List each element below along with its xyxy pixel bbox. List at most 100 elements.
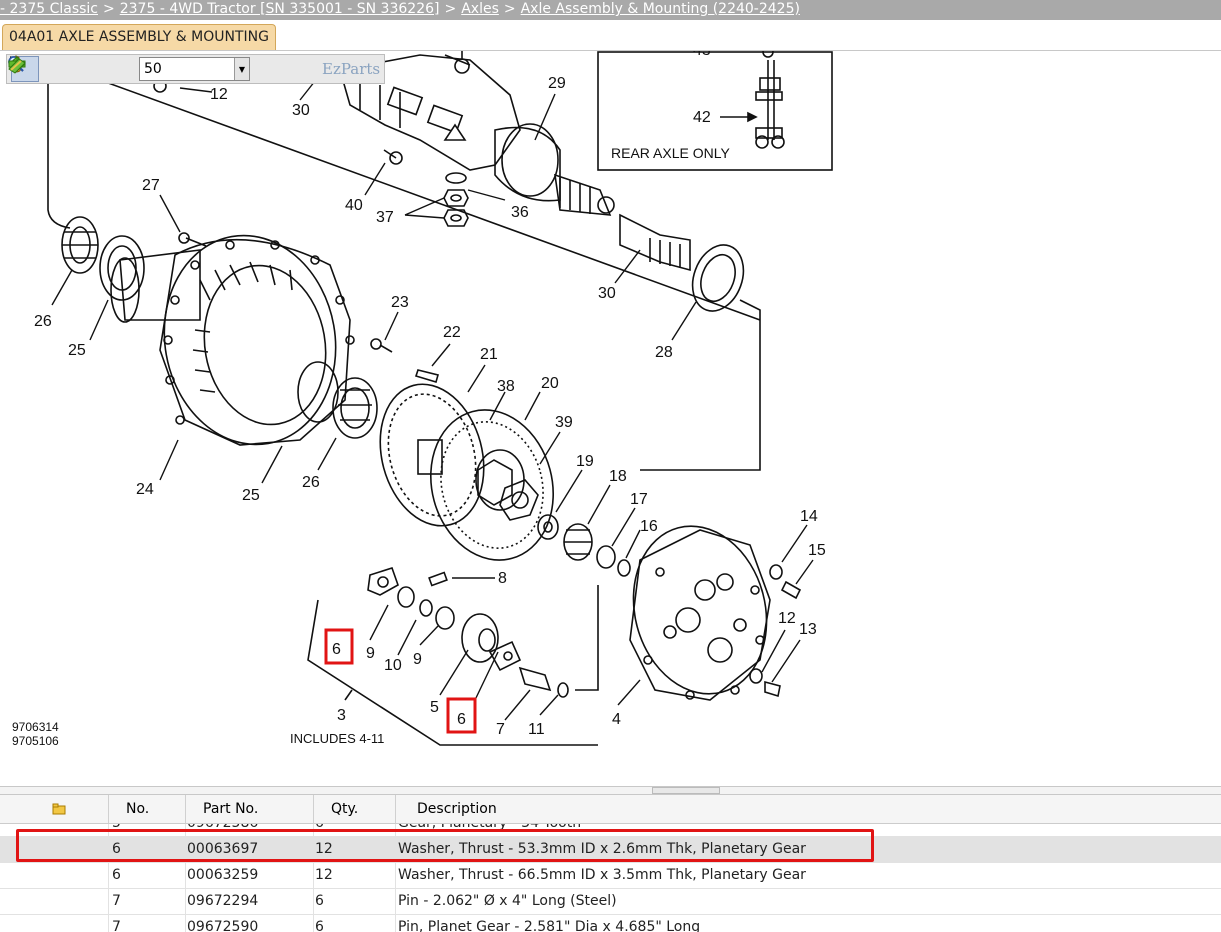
- callout-19: 19: [576, 453, 594, 470]
- cell-description: Pin, Planet Gear - 2.581" Dia x 4.685" L…: [398, 919, 701, 932]
- cell-description: Pin - 2.062" Ø x 4" Long (Steel): [398, 893, 617, 909]
- cell-qty: 6: [315, 919, 324, 932]
- callout-22: 22: [443, 324, 461, 341]
- cover-plate-drawing: [629, 525, 771, 701]
- parts-table-header: No. Part No. Qty. Description: [0, 795, 1221, 824]
- callout-43: 43: [693, 51, 711, 59]
- bearing-drawing: [61, 216, 378, 439]
- table-row[interactable]: 6 00063259 12 Washer, Thrust - 66.5mm ID…: [0, 863, 1221, 889]
- callout-25: 25: [242, 487, 260, 504]
- drawing-number-2: 9705106: [12, 734, 59, 748]
- rear-axle-only-note: REAR AXLE ONLY: [611, 145, 730, 161]
- includes-note: INCLUDES 4-11: [290, 731, 384, 746]
- zoom-in-button[interactable]: [8, 56, 103, 82]
- callout-6: 6: [457, 711, 466, 728]
- cell-description: Washer, Thrust - 66.5mm ID x 3.5mm Thk, …: [398, 867, 806, 883]
- callout-23: 23: [391, 294, 409, 311]
- parts-table: 5 09672586 6 Gear, Planetary - 34 Tooth …: [0, 794, 1221, 932]
- zoom-out-button[interactable]: [8, 56, 135, 82]
- ring-gear-drawing: [379, 383, 555, 561]
- callout-13: 13: [799, 621, 817, 638]
- breadcrumb-separator: >: [444, 1, 457, 17]
- column-header-description[interactable]: Description: [396, 795, 1220, 823]
- tab-bar: 04A01 AXLE ASSEMBLY & MOUNTING: [0, 20, 1221, 51]
- callout-11: 11: [528, 721, 545, 738]
- header-qty-label: Qty.: [331, 801, 359, 817]
- callout-39: 39: [555, 414, 573, 431]
- callout-4: 4: [612, 711, 621, 728]
- callout-12: 12: [210, 86, 228, 103]
- callout-16: 16: [640, 518, 658, 535]
- callout-27: 27: [142, 177, 160, 194]
- cell-qty: 6: [315, 893, 324, 909]
- callout-numbers: 12 30 29 40 37 3 6 30 28 27 26 25 23 22 2…: [12, 51, 826, 748]
- callout-38: 38: [497, 378, 515, 395]
- cell-qty: 12: [315, 867, 333, 883]
- callout-14: 14: [800, 508, 818, 525]
- forward-button[interactable]: [8, 55, 314, 82]
- callout-12: 12: [778, 610, 796, 627]
- logo-text: EzParts: [322, 60, 381, 78]
- callout-26: 26: [34, 313, 52, 330]
- selected-row-highlight: [16, 829, 874, 862]
- callout-8: 8: [498, 570, 507, 587]
- breadcrumb-link-axle-assembly[interactable]: Axle Assembly & Mounting (2240-2425): [521, 1, 800, 17]
- chevron-down-icon[interactable]: ▼: [234, 58, 249, 80]
- column-header-qty[interactable]: Qty.: [314, 795, 396, 823]
- callout-21: 21: [480, 346, 498, 363]
- pan-hand-button[interactable]: [8, 55, 71, 82]
- tab-axle-assembly[interactable]: 04A01 AXLE ASSEMBLY & MOUNTING: [2, 24, 276, 50]
- exploded-view-drawing: 12 30 29 40 37 3 6 30 28 27 26 25 23 22 2…: [12, 51, 833, 748]
- table-row[interactable]: 7 09672294 6 Pin - 2.062" Ø x 4" Long (S…: [0, 889, 1221, 915]
- drawing-number-1: 9706314: [12, 720, 59, 734]
- callout-42: 42: [693, 109, 711, 126]
- breadcrumb-link-axles[interactable]: Axles: [461, 1, 499, 17]
- book-icon: [8, 58, 26, 74]
- callout-6: 6: [332, 641, 341, 658]
- callout-24: 24: [136, 481, 154, 498]
- cell-no: 6: [112, 867, 121, 883]
- callout-28: 28: [655, 344, 673, 361]
- callout-40: 40: [345, 197, 363, 214]
- callout-30: 30: [292, 102, 310, 119]
- breadcrumb-separator: >: [103, 1, 115, 17]
- column-header-no[interactable]: No.: [109, 795, 186, 823]
- column-header-icon[interactable]: [0, 795, 109, 823]
- cell-part-no: 00063259: [187, 867, 259, 883]
- callout-18: 18: [609, 468, 627, 485]
- callout-29: 29: [548, 75, 566, 92]
- callout-9: 9: [366, 645, 375, 662]
- ezparts-logo: EzParts: [8, 58, 381, 78]
- parts-diagram[interactable]: 12 30 29 40 37 3 6 30 28 27 26 25 23 22 2…: [0, 51, 1221, 786]
- splitter-grip[interactable]: [652, 787, 720, 794]
- breadcrumb-link-tractor[interactable]: 2375 - 4WD Tractor [SN 335001 - SN 33622…: [120, 1, 440, 17]
- cell-no: 7: [112, 919, 121, 932]
- callout-25: 25: [68, 342, 86, 359]
- axle-shaft-drawing: [619, 213, 745, 312]
- cell-part-no: 09672590: [187, 919, 259, 932]
- rear-axle-link-part: [720, 51, 785, 149]
- callout-26: 26: [302, 474, 320, 491]
- callout-9: 9: [413, 651, 422, 668]
- back-button[interactable]: [8, 55, 282, 82]
- zoom-level-combobox[interactable]: ▼: [139, 57, 250, 81]
- header-description-label: Description: [417, 801, 497, 817]
- callout-30: 30: [598, 285, 616, 302]
- sun-gear-parts-drawing: [537, 514, 631, 577]
- callout-37: 37: [376, 209, 394, 226]
- column-header-part-no[interactable]: Part No.: [186, 795, 314, 823]
- viewer-toolbar: ▼ EzParts: [6, 54, 386, 84]
- cell-part-no: 09672294: [187, 893, 259, 909]
- callout-10: 10: [384, 657, 402, 674]
- breadcrumb-separator: >: [503, 1, 516, 17]
- callout-3: 3: [337, 707, 346, 724]
- folder-icon: [52, 803, 66, 815]
- callout-17: 17: [630, 491, 648, 508]
- zoom-level-input[interactable]: [140, 59, 234, 79]
- header-no-label: No.: [126, 801, 150, 817]
- breadcrumb-link-model[interactable]: - 2375 Classic: [0, 1, 98, 17]
- callout-15: 15: [808, 542, 826, 559]
- cell-no: 7: [112, 893, 121, 909]
- callout-5: 5: [430, 699, 439, 716]
- table-row[interactable]: 7 09672590 6 Pin, Planet Gear - 2.581" D…: [0, 915, 1221, 932]
